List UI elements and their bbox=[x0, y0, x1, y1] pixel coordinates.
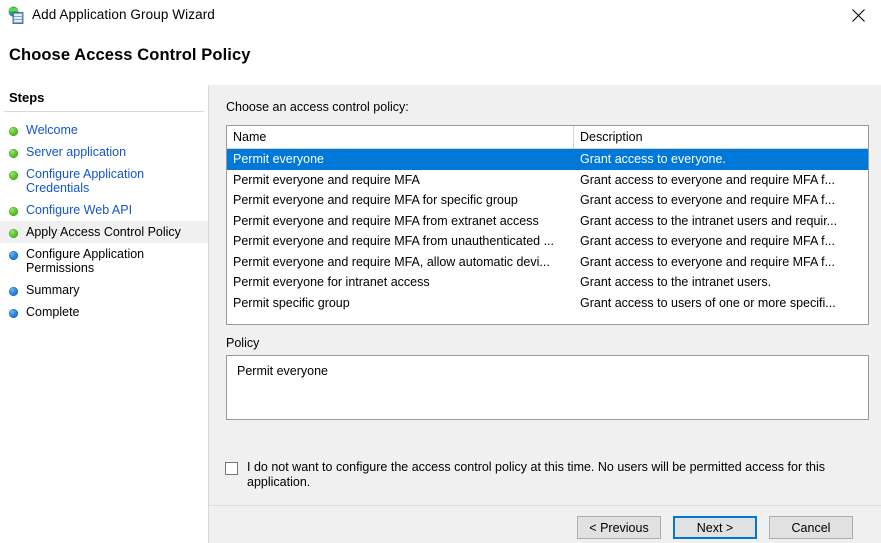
policy-row[interactable]: Permit everyone and require MFA, allow a… bbox=[227, 252, 868, 273]
sidebar-step-summary[interactable]: Summary bbox=[0, 279, 208, 301]
column-header-description[interactable]: Description bbox=[574, 126, 868, 149]
sidebar-step-complete[interactable]: Complete bbox=[0, 301, 208, 323]
policy-row-description: Grant access to everyone and require MFA… bbox=[580, 234, 835, 249]
step-bullet-icon bbox=[9, 309, 18, 318]
step-bullet-icon bbox=[9, 287, 18, 296]
listview-body: Permit everyone Grant access to everyone.… bbox=[227, 149, 868, 313]
listview-header: Name Description bbox=[227, 126, 868, 149]
cancel-button[interactable]: Cancel bbox=[769, 516, 853, 539]
column-header-name[interactable]: Name bbox=[227, 126, 574, 149]
policy-row-name: Permit everyone and require MFA from una… bbox=[233, 234, 555, 249]
step-bullet-icon bbox=[9, 171, 18, 180]
window-title: Add Application Group Wizard bbox=[32, 7, 215, 23]
policy-row-description: Grant access to the intranet users. bbox=[580, 275, 772, 290]
title-bar: Add Application Group Wizard bbox=[0, 0, 881, 30]
step-bullet-icon bbox=[9, 229, 18, 238]
policy-row[interactable]: Permit everyone and require MFA for spec… bbox=[227, 190, 868, 211]
choose-policy-label: Choose an access control policy: bbox=[226, 100, 409, 114]
sidebar-step-apply-access-control-policy[interactable]: Apply Access Control Policy bbox=[0, 221, 208, 243]
policy-row[interactable]: Permit everyone and require MFA Grant acc… bbox=[227, 170, 868, 191]
sidebar-step-label: Configure Web API bbox=[26, 203, 133, 217]
policy-row[interactable]: Permit everyone for intranet access Grant… bbox=[227, 272, 868, 293]
policy-row[interactable]: Permit everyone and require MFA from ext… bbox=[227, 211, 868, 232]
next-button[interactable]: Next > bbox=[673, 516, 757, 539]
optout-checkbox-label[interactable]: I do not want to configure the access co… bbox=[247, 460, 869, 490]
close-icon[interactable] bbox=[835, 0, 881, 30]
policy-row-name: Permit specific group bbox=[233, 295, 350, 310]
policy-row-description: Grant access to everyone. bbox=[580, 152, 726, 167]
sidebar-step-label: Configure Application Permissions bbox=[26, 247, 145, 275]
previous-button[interactable]: < Previous bbox=[577, 516, 661, 539]
policy-row-description: Grant access to everyone and require MFA… bbox=[580, 254, 835, 269]
sidebar-step-server-application[interactable]: Server application bbox=[0, 141, 208, 163]
policy-row-description: Grant access to users of one or more spe… bbox=[580, 295, 836, 310]
policy-description-text: Permit everyone bbox=[237, 364, 329, 378]
policy-row-name: Permit everyone bbox=[233, 152, 325, 167]
policy-row-name: Permit everyone for intranet access bbox=[233, 275, 430, 290]
step-bullet-icon bbox=[9, 149, 18, 158]
steps-list: Welcome Server application Configure Appli… bbox=[0, 119, 208, 323]
footer-bar: < Previous Next > Cancel bbox=[209, 505, 881, 543]
main-panel: Choose an access control policy: Name De… bbox=[209, 85, 881, 505]
step-bullet-icon bbox=[9, 207, 18, 216]
sidebar-step-label: Configure Application Credentials bbox=[26, 167, 145, 195]
step-bullet-icon bbox=[9, 251, 18, 260]
sidebar-step-welcome[interactable]: Welcome bbox=[0, 119, 208, 141]
policy-row-description: Grant access to everyone and require MFA… bbox=[580, 193, 835, 208]
application-group-icon bbox=[7, 6, 25, 24]
sidebar-step-label: Summary bbox=[26, 283, 80, 297]
policy-row[interactable]: Permit everyone Grant access to everyone. bbox=[227, 149, 868, 170]
sidebar-step-configure-web-api[interactable]: Configure Web API bbox=[0, 199, 208, 221]
policy-group-label: Policy bbox=[226, 336, 260, 350]
sidebar-step-label: Apply Access Control Policy bbox=[26, 225, 181, 239]
policy-listview[interactable]: Name Description Permit everyone Grant ac… bbox=[226, 125, 869, 325]
step-bullet-icon bbox=[9, 127, 18, 136]
policy-row[interactable]: Permit specific group Grant access to use… bbox=[227, 293, 868, 314]
steps-divider bbox=[4, 111, 204, 112]
sidebar-step-label: Server application bbox=[26, 145, 127, 159]
steps-heading: Steps bbox=[9, 90, 45, 105]
policy-row[interactable]: Permit everyone and require MFA from una… bbox=[227, 231, 868, 252]
sidebar-step-configure-application-credentials[interactable]: Configure Application Credentials bbox=[0, 163, 208, 199]
optout-checkbox[interactable] bbox=[225, 462, 238, 475]
sidebar-step-configure-application-permissions[interactable]: Configure Application Permissions bbox=[0, 243, 208, 279]
sidebar-step-label: Welcome bbox=[26, 123, 78, 137]
policy-row-description: Grant access to everyone and require MFA… bbox=[580, 172, 835, 187]
policy-row-name: Permit everyone and require MFA for spec… bbox=[233, 193, 518, 208]
policy-row-name: Permit everyone and require MFA, allow a… bbox=[233, 254, 550, 269]
page-title: Choose Access Control Policy bbox=[9, 46, 251, 64]
optout-checkbox-row[interactable]: I do not want to configure the access co… bbox=[225, 460, 873, 490]
policy-description-box: Permit everyone bbox=[226, 355, 869, 420]
policy-row-name: Permit everyone and require MFA bbox=[233, 172, 420, 187]
steps-sidebar: Steps Welcome Server application Configure… bbox=[0, 85, 209, 543]
sidebar-step-label: Complete bbox=[26, 305, 80, 319]
policy-row-description: Grant access to the intranet users and r… bbox=[580, 213, 838, 228]
policy-row-name: Permit everyone and require MFA from ext… bbox=[233, 213, 539, 228]
